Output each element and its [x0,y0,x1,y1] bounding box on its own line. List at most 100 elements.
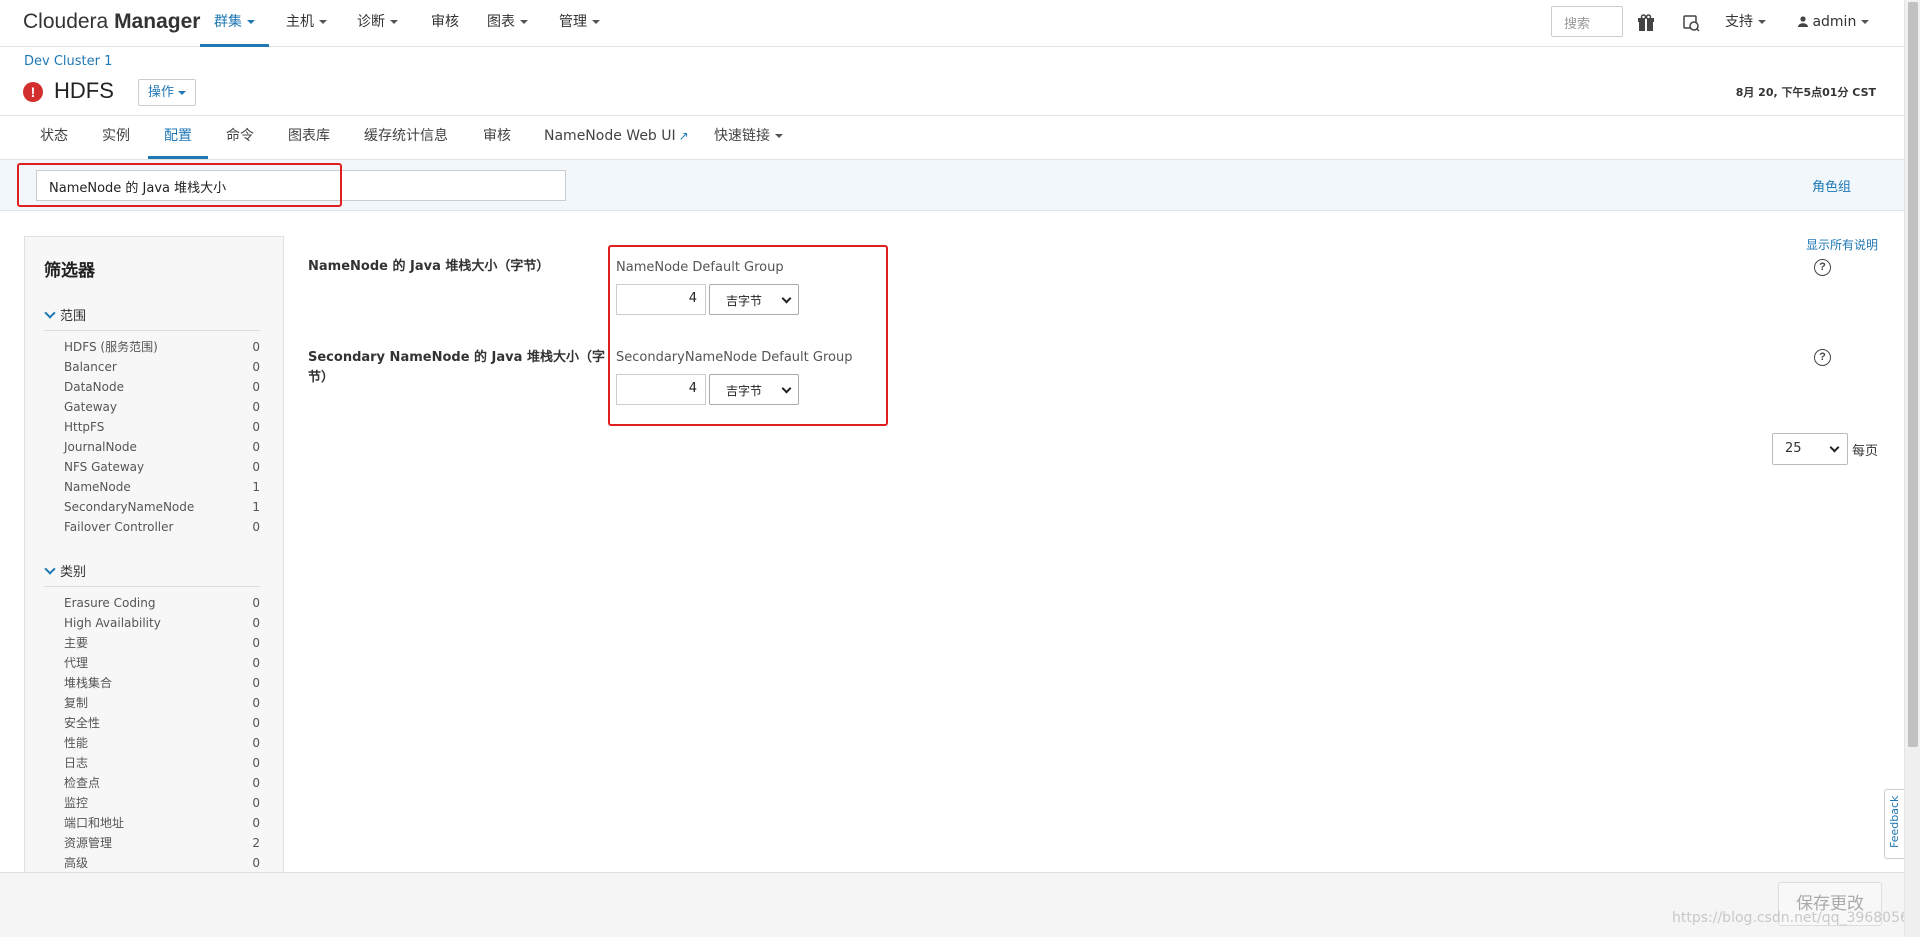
filter-item[interactable]: SecondaryNameNode1 [64,497,260,517]
filter-item[interactable]: Failover Controller0 [64,517,260,537]
filter-item[interactable]: 日志0 [64,753,260,773]
caret-down-icon [178,91,186,95]
filter-item-label: 性能 [64,736,88,750]
filter-item[interactable]: 主要0 [64,633,260,653]
category-section-header[interactable]: 类别 [44,561,260,587]
tab-audit[interactable]: 审核 [483,116,511,159]
nav-user[interactable]: admin [1798,0,1869,47]
help-icon[interactable]: ? [1814,349,1831,366]
scope-section-header[interactable]: 范围 [44,305,260,331]
filter-item[interactable]: 安全性0 [64,713,260,733]
filter-item[interactable]: High Availability0 [64,613,260,633]
filter-item[interactable]: HDFS (服务范围)0 [64,337,260,357]
nav-hosts[interactable]: 主机 [286,0,327,47]
filter-item-label: 端口和地址 [64,816,124,830]
per-page-select[interactable]: 25 [1772,433,1848,465]
filter-item[interactable]: 代理0 [64,653,260,673]
nav-audits[interactable]: 审核 [431,0,459,47]
category-title: 类别 [60,565,86,580]
feedback-tab[interactable]: Feedback [1884,789,1904,859]
secondary-namenode-heap-unit-select[interactable]: 吉字节 [709,374,799,405]
filter-item-label: 日志 [64,756,88,770]
config-label-line1: Secondary NameNode 的 Java 堆栈大小（字 [308,350,605,365]
brand-bold: Manager [114,10,200,33]
nav-diagnostics[interactable]: 诊断 [357,0,398,47]
filter-item[interactable]: 堆栈集合0 [64,673,260,693]
unit-select-value: 吉字节 [726,384,762,398]
filter-item[interactable]: Balancer 0 [64,357,260,377]
filter-item-label: Balancer [64,360,117,374]
feedback-label: Feedback [1888,796,1901,848]
nav-support-label: 支持 [1725,14,1753,30]
chevron-down-icon [1830,443,1840,453]
filter-item[interactable]: NameNode1 [64,477,260,497]
role-groups-link[interactable]: 角色组 [1812,176,1851,195]
timestamp: 8月 20, 下午5点01分 CST [1736,84,1876,100]
filter-item-count: 0 [252,673,260,693]
help-icon[interactable]: ? [1814,259,1831,276]
caret-down-icon [390,20,398,24]
filter-item[interactable]: 资源管理2 [64,833,260,853]
breadcrumb-cluster[interactable]: Dev Cluster 1 [24,54,112,69]
filter-item[interactable]: Erasure Coding0 [64,593,260,613]
filter-item-count: 0 [252,357,260,377]
namenode-heap-unit-select[interactable]: 吉字节 [709,284,799,315]
nav-support[interactable]: 支持 [1725,0,1766,47]
tab-cache-stats[interactable]: 缓存统计信息 [364,116,448,159]
secondary-namenode-heap-value-input[interactable]: 4 [616,374,706,405]
filter-item-label: 检查点 [64,776,100,790]
actions-button[interactable]: 操作 [138,79,196,106]
filter-item[interactable]: NFS Gateway0 [64,457,260,477]
service-tabs: 状态 实例 配置 命令 图表库 缓存统计信息 审核 NameNode Web U… [0,115,1904,160]
tab-charts[interactable]: 图表库 [288,116,330,159]
filter-item-label: NameNode [64,480,131,494]
filter-item-count: 0 [252,633,260,653]
brand-light: Cloudera [23,10,114,33]
scrollbar-thumb[interactable] [1908,2,1918,747]
page-title: HDFS [54,78,114,104]
chevron-down-icon [44,563,55,574]
nav-charts[interactable]: 图表 [487,0,528,47]
config-search-input[interactable]: NameNode 的 Java 堆栈大小 [36,170,566,201]
tab-quick-links[interactable]: 快速链接 [714,116,783,159]
filter-item-count: 0 [252,417,260,437]
scope-title: 范围 [60,309,86,324]
tab-config[interactable]: 配置 [148,116,208,159]
page-scrollbar[interactable] [1904,0,1920,937]
tab-status[interactable]: 状态 [40,116,68,159]
caret-down-icon [520,20,528,24]
namenode-heap-value-input[interactable]: 4 [616,284,706,315]
filter-item[interactable]: DataNode0 [64,377,260,397]
filter-item[interactable]: JournalNode0 [64,437,260,457]
filter-item-label: DataNode [64,380,124,394]
filter-item-label: JournalNode [64,440,137,454]
filter-item-label: Gateway [64,400,117,414]
show-all-descriptions-link[interactable]: 显示所有说明 [1806,236,1878,253]
filter-item[interactable]: 高级0 [64,853,260,873]
filter-item[interactable]: 检查点0 [64,773,260,793]
gift-icon[interactable] [1636,13,1656,33]
global-search-input[interactable]: 搜索 [1551,6,1623,37]
running-commands-icon[interactable] [1681,13,1701,33]
actions-button-label: 操作 [148,85,174,100]
tab-commands[interactable]: 命令 [226,116,254,159]
filter-item[interactable]: Gateway 0 [64,397,260,417]
filter-item-count: 0 [252,397,260,417]
nav-clusters[interactable]: 群集 [200,0,269,47]
filter-item[interactable]: 监控0 [64,793,260,813]
user-icon [1798,16,1808,27]
caret-down-icon [775,134,783,138]
nav-admin[interactable]: 管理 [559,0,600,47]
filter-item[interactable]: 性能0 [64,733,260,753]
config-label-secondary-namenode-heap: Secondary NameNode 的 Java 堆栈大小（字节） [308,348,605,388]
brand-logo[interactable]: Cloudera Manager [23,10,200,34]
filter-item[interactable]: 复制0 [64,693,260,713]
tab-instances[interactable]: 实例 [102,116,130,159]
filter-item-label: HttpFS [64,420,104,434]
config-label-namenode-heap: NameNode 的 Java 堆栈大小（字节） [308,257,549,277]
tab-namenode-webui[interactable]: NameNode Web UI↗ [544,116,689,159]
filter-item-label: SecondaryNameNode [64,500,194,514]
filter-item[interactable]: 端口和地址0 [64,813,260,833]
filter-item[interactable]: HttpFS 0 [64,417,260,437]
chevron-down-icon [782,384,792,394]
